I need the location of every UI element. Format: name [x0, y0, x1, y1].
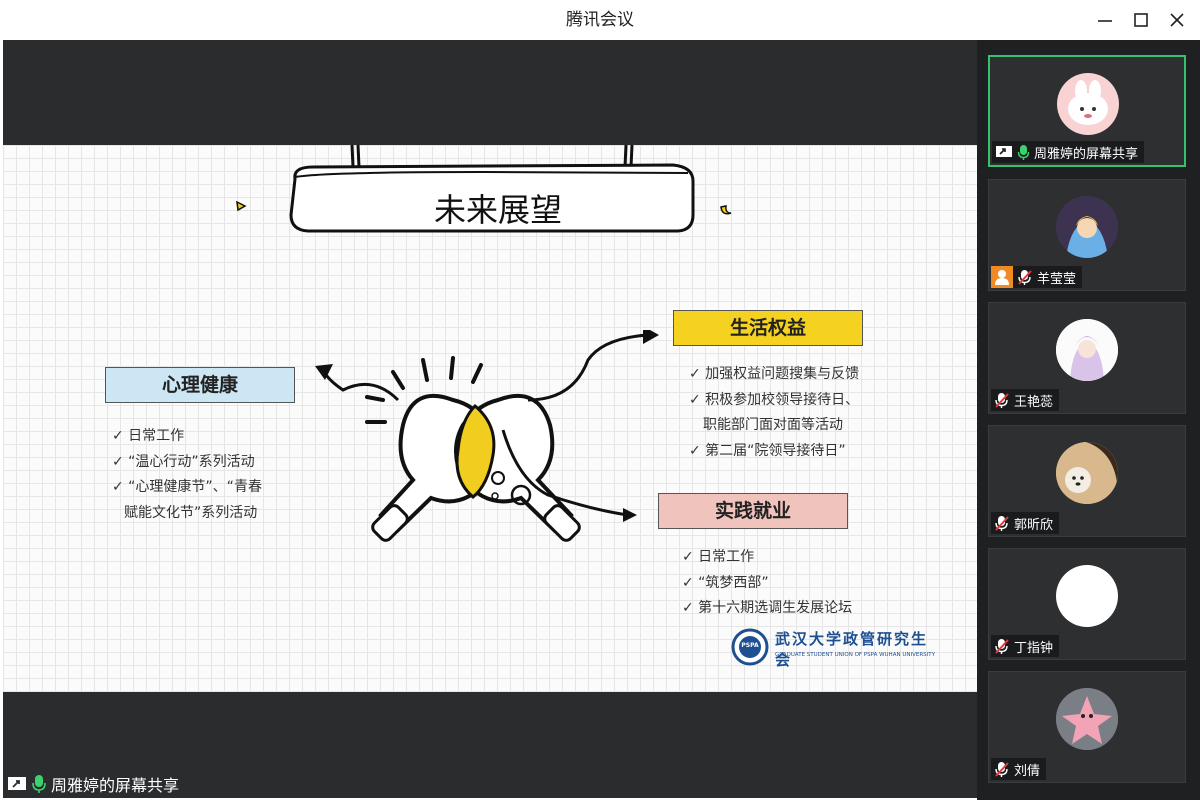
union-logo-subtitle: GRADUATE STUDENT UNION OF PSPA WUHAN UNI…	[775, 652, 935, 658]
avatar	[1056, 565, 1118, 627]
union-logo: PSPA 武汉大学政管研究生会 GRADUATE STUDENT UNION O…	[731, 628, 941, 669]
participant-sidebar: 周雅婷的屏幕共享 羊莹莹 王艳蕊 郭昕欣 丁指钟 刘倩	[977, 40, 1200, 800]
light-bulbs-illustration	[315, 330, 659, 542]
participant-name: 周雅婷的屏幕共享	[1034, 146, 1139, 162]
host-icon	[991, 266, 1013, 288]
list-item: ✓ 日常工作	[682, 549, 755, 565]
participant-label: 刘倩	[991, 758, 1047, 780]
close-icon[interactable]	[1167, 10, 1187, 30]
list-item: ✓ “心理健康节”、“青春	[112, 479, 262, 495]
avatar	[1056, 442, 1118, 504]
microphone-muted-icon	[995, 515, 1009, 531]
union-logo-name: 武汉大学政管研究生会	[775, 630, 929, 669]
screen-share-icon	[8, 777, 26, 790]
participant-tile[interactable]: 郭昕欣	[988, 425, 1186, 537]
participant-label: 王艳蕊	[991, 389, 1060, 411]
list-item: 赋能文化节”系列活动	[124, 504, 258, 521]
microphone-on-icon	[1017, 144, 1030, 160]
microphone-muted-icon	[995, 638, 1009, 654]
participant-tile[interactable]: 刘倩	[988, 671, 1186, 783]
practice-employment-list: ✓ 日常工作 ✓ “筑梦西部” ✓ 第十六期选调生发展论坛	[682, 545, 852, 622]
section-heading-mental-health: 心理健康	[105, 367, 295, 403]
list-item: ✓ “温心行动”系列活动	[112, 453, 255, 470]
avatar	[1057, 73, 1119, 135]
microphone-on-icon	[32, 775, 46, 793]
anime-girl-white-icon	[1056, 319, 1118, 381]
list-item: ✓ 加强权益问题搜集与反馈	[689, 366, 860, 382]
minimize-icon[interactable]	[1095, 10, 1115, 30]
participant-label: 丁指钟	[991, 635, 1060, 657]
list-item: 职能部门面对面等活动	[703, 417, 843, 433]
union-seal-text: PSPA	[741, 642, 759, 649]
participant-name: 刘倩	[1014, 763, 1041, 779]
window-title: 腾讯会议	[566, 10, 634, 30]
participant-tile[interactable]: 王艳蕊	[988, 302, 1186, 414]
screen-share-banner[interactable]: 周雅婷的屏幕共享	[3, 770, 186, 798]
slide-title: 未来展望	[433, 191, 562, 229]
participant-name: 羊莹莹	[1037, 271, 1077, 287]
girl-with-dog-icon	[1056, 442, 1118, 504]
cartoon-bunny-icon	[1068, 80, 1108, 125]
shared-screen-area: 未来展望 心理健康 ✓ 日常工作 ✓ “温心行动”系列活动 ✓ “心理健康节”、…	[3, 40, 977, 798]
life-rights-list: ✓ 加强权益问题搜集与反馈 ✓ 积极参加校领导接待日、 职能部门面对面等活动 ✓…	[689, 362, 859, 464]
section-heading-life-rights: 生活权益	[673, 310, 863, 346]
participant-tile[interactable]: 羊莹莹	[988, 179, 1186, 291]
screen-share-icon	[996, 146, 1012, 157]
moon-deco-icon	[720, 205, 732, 215]
anime-girl-icon	[1056, 196, 1118, 258]
mental-health-list: ✓ 日常工作 ✓ “温心行动”系列活动 ✓ “心理健康节”、“青春 赋能文化节”…	[112, 424, 262, 526]
presentation-slide: 未来展望 心理健康 ✓ 日常工作 ✓ “温心行动”系列活动 ✓ “心理健康节”、…	[3, 145, 977, 692]
participant-tile[interactable]: 周雅婷的屏幕共享	[988, 55, 1186, 167]
list-item: ✓ 第二届“院领导接待日”	[689, 442, 846, 459]
microphone-muted-icon	[995, 761, 1009, 777]
title-bar: 腾讯会议	[0, 0, 1200, 40]
participant-name: 郭昕欣	[1014, 517, 1054, 533]
microphone-muted-icon	[995, 392, 1009, 408]
avatar	[1056, 319, 1118, 381]
participant-tile[interactable]: 丁指钟	[988, 548, 1186, 660]
maximize-icon[interactable]	[1131, 10, 1151, 30]
section-heading-practice-employment: 实践就业	[658, 493, 848, 529]
list-item: ✓ 积极参加校领导接待日、	[689, 391, 860, 408]
avatar	[1056, 688, 1118, 750]
list-item: ✓ “筑梦西部”	[682, 574, 769, 591]
list-item: ✓ 日常工作	[112, 428, 185, 444]
list-item: ✓ 第十六期选调生发展论坛	[682, 600, 853, 616]
participant-name: 王艳蕊	[1014, 394, 1054, 410]
participant-label: 郭昕欣	[991, 512, 1060, 534]
patrick-star-icon	[1056, 688, 1118, 750]
participant-label: 周雅婷的屏幕共享	[992, 141, 1145, 163]
participant-label: 羊莹莹	[991, 266, 1083, 288]
participant-name: 丁指钟	[1014, 640, 1054, 656]
avatar	[1056, 196, 1118, 258]
triangle-deco-icon	[236, 200, 247, 212]
microphone-muted-icon	[1018, 269, 1032, 285]
arrowhead-icon	[623, 508, 637, 522]
screen-share-label: 周雅婷的屏幕共享	[51, 776, 180, 795]
